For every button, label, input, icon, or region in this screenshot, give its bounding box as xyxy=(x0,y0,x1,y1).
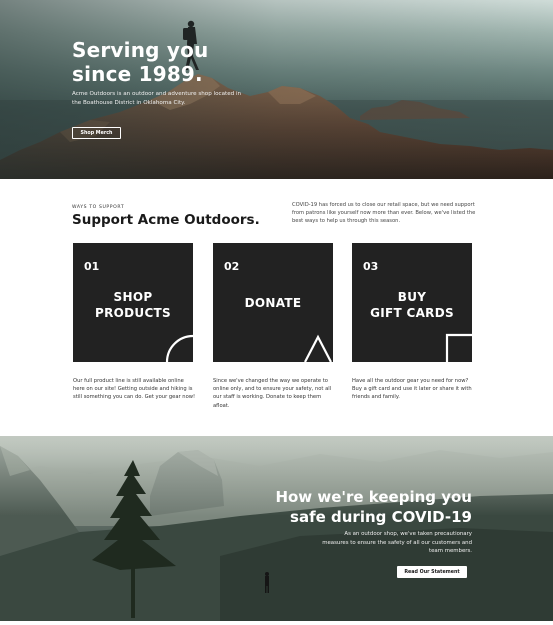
covid-title-line1: How we're keeping you xyxy=(275,488,472,506)
covid-title: How we're keeping you safe during COVID-… xyxy=(212,487,472,527)
valley-forest-photo xyxy=(0,436,553,621)
half-circle-icon xyxy=(165,334,193,362)
hero-title-line1: Serving you xyxy=(72,38,209,62)
shop-products-description: Our full product line is still available… xyxy=(73,378,196,401)
page-bottom-strip xyxy=(0,621,553,625)
square-icon xyxy=(445,333,472,362)
donate-card[interactable]: 02 DONATE xyxy=(213,243,333,362)
shop-merch-button[interactable]: Shop Merch xyxy=(72,127,121,139)
support-title: Support Acme Outdoors. xyxy=(72,212,260,228)
covid-title-line2: safe during COVID-19 xyxy=(290,508,472,526)
hero-title: Serving you since 1989. xyxy=(72,38,272,86)
donate-description: Since we've changed the way we operate t… xyxy=(213,378,332,409)
shop-products-card[interactable]: 01 SHOP PRODUCTS xyxy=(73,243,193,362)
hero-title-line2: since 1989. xyxy=(72,62,203,86)
gift-cards-card[interactable]: 03 BUY GIFT CARDS xyxy=(352,243,472,362)
hero-section: Serving you since 1989. Acme Outdoors is… xyxy=(0,0,553,179)
read-statement-button[interactable]: Read Our Statement xyxy=(397,566,467,578)
hero-description: Acme Outdoors is an outdoor and adventur… xyxy=(72,91,242,106)
gift-cards-description: Have all the outdoor gear you need for n… xyxy=(352,378,472,401)
covid-description: As an outdoor shop, we've taken precauti… xyxy=(322,531,472,555)
triangle-icon xyxy=(304,334,332,362)
support-intro: COVID-19 has forced us to close our reta… xyxy=(292,202,476,225)
support-eyebrow: WAYS TO SUPPORT xyxy=(72,205,125,210)
covid-section: How we're keeping you safe during COVID-… xyxy=(0,436,553,621)
support-section: WAYS TO SUPPORT Support Acme Outdoors. C… xyxy=(0,179,553,436)
